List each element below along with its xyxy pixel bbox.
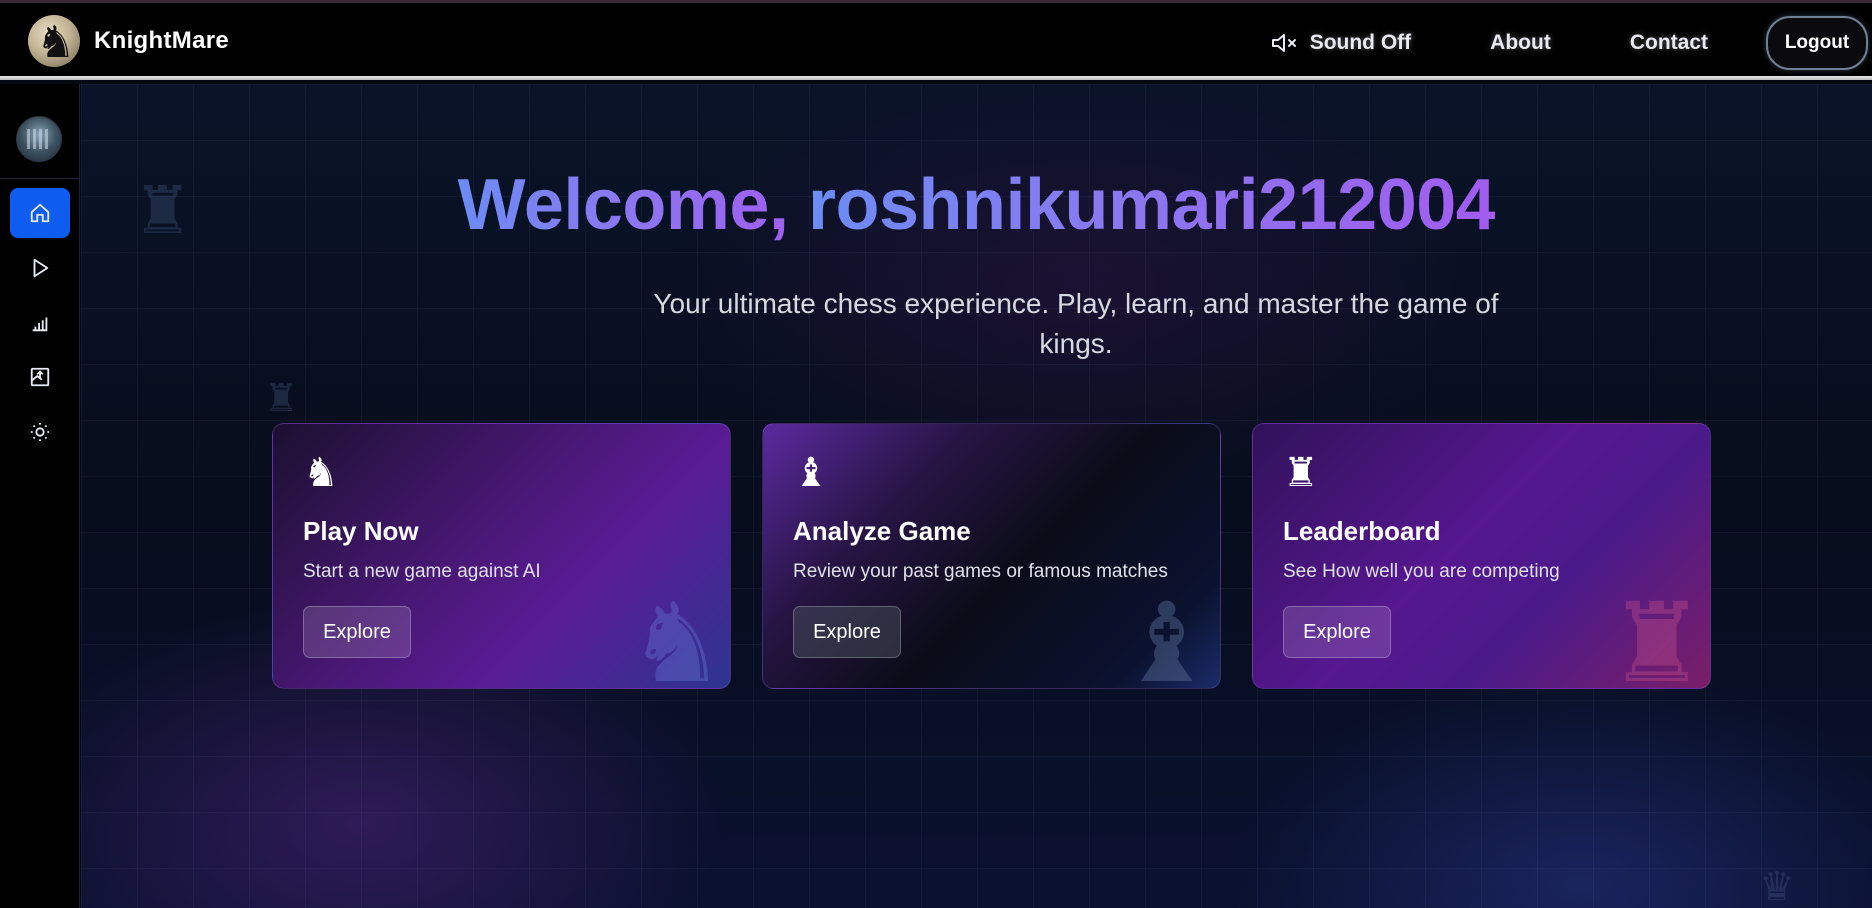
knight-icon: ♞	[303, 450, 339, 496]
rook-icon: ♜	[1607, 579, 1706, 689]
sidebar-item-stats[interactable]	[10, 298, 70, 348]
sidebar	[0, 84, 80, 908]
sidebar-item-play[interactable]	[10, 243, 70, 293]
top-navbar: ♞ KnightMare Sound Off About Contact Log…	[0, 0, 1872, 80]
sidebar-item-theme[interactable]	[10, 407, 70, 457]
contact-link[interactable]: Contact	[1630, 31, 1708, 55]
sidebar-item-upload[interactable]	[10, 352, 70, 402]
sound-label: Sound Off	[1309, 31, 1412, 54]
avatar[interactable]	[16, 116, 62, 162]
card-title: Analyze Game	[793, 516, 971, 546]
sidebar-item-home[interactable]	[10, 188, 70, 238]
play-now-explore-button[interactable]: Explore	[303, 606, 411, 658]
card-description: Start a new game against AI	[303, 561, 541, 582]
welcome-prefix: Welcome,	[457, 165, 808, 245]
knight-icon: ♞	[627, 579, 726, 689]
leaderboard-card[interactable]: ♜ Leaderboard See How well you are compe…	[1252, 423, 1711, 689]
play-icon	[33, 258, 49, 278]
welcome-heading: Welcome, roshnikumari212004	[81, 164, 1872, 246]
queen-icon: ♛	[1759, 864, 1795, 908]
leaderboard-explore-button[interactable]: Explore	[1283, 606, 1391, 658]
speaker-muted-icon	[1271, 34, 1296, 52]
card-title: Play Now	[303, 516, 419, 546]
knight-logo-icon: ♞	[28, 15, 80, 67]
sound-toggle[interactable]: Sound Off	[1270, 31, 1411, 55]
username: roshnikumari212004	[807, 165, 1496, 245]
card-description: Review your past games or famous matches	[793, 561, 1168, 582]
brand[interactable]: ♞ KnightMare	[28, 15, 229, 67]
brand-name: KnightMare	[94, 27, 229, 54]
analyze-game-card[interactable]: ♝ Analyze Game Review your past games or…	[762, 423, 1221, 689]
rook-icon: ♜	[1283, 450, 1319, 496]
bishop-icon: ♝	[793, 450, 829, 496]
bar-chart-icon	[32, 317, 48, 332]
logout-button[interactable]: Logout	[1766, 16, 1868, 70]
main-content: ♜ ♜ ♛ Welcome, roshnikumari212004 Your u…	[81, 84, 1872, 908]
card-description: See How well you are competing	[1283, 561, 1560, 582]
sidebar-divider	[0, 178, 80, 179]
subtitle: Your ultimate chess experience. Play, le…	[653, 288, 1499, 359]
image-upload-icon	[30, 367, 50, 387]
sun-icon	[30, 422, 50, 442]
nav-links: Sound Off About Contact Logout	[1270, 15, 1872, 71]
analyze-game-explore-button[interactable]: Explore	[793, 606, 901, 658]
bishop-icon: ♝	[1117, 579, 1216, 689]
home-icon	[30, 203, 50, 223]
play-now-card[interactable]: ♞ Play Now Start a new game against AI E…	[272, 423, 731, 689]
about-link[interactable]: About	[1490, 31, 1551, 55]
card-title: Leaderboard	[1283, 516, 1441, 546]
rook-icon: ♜	[264, 376, 299, 420]
